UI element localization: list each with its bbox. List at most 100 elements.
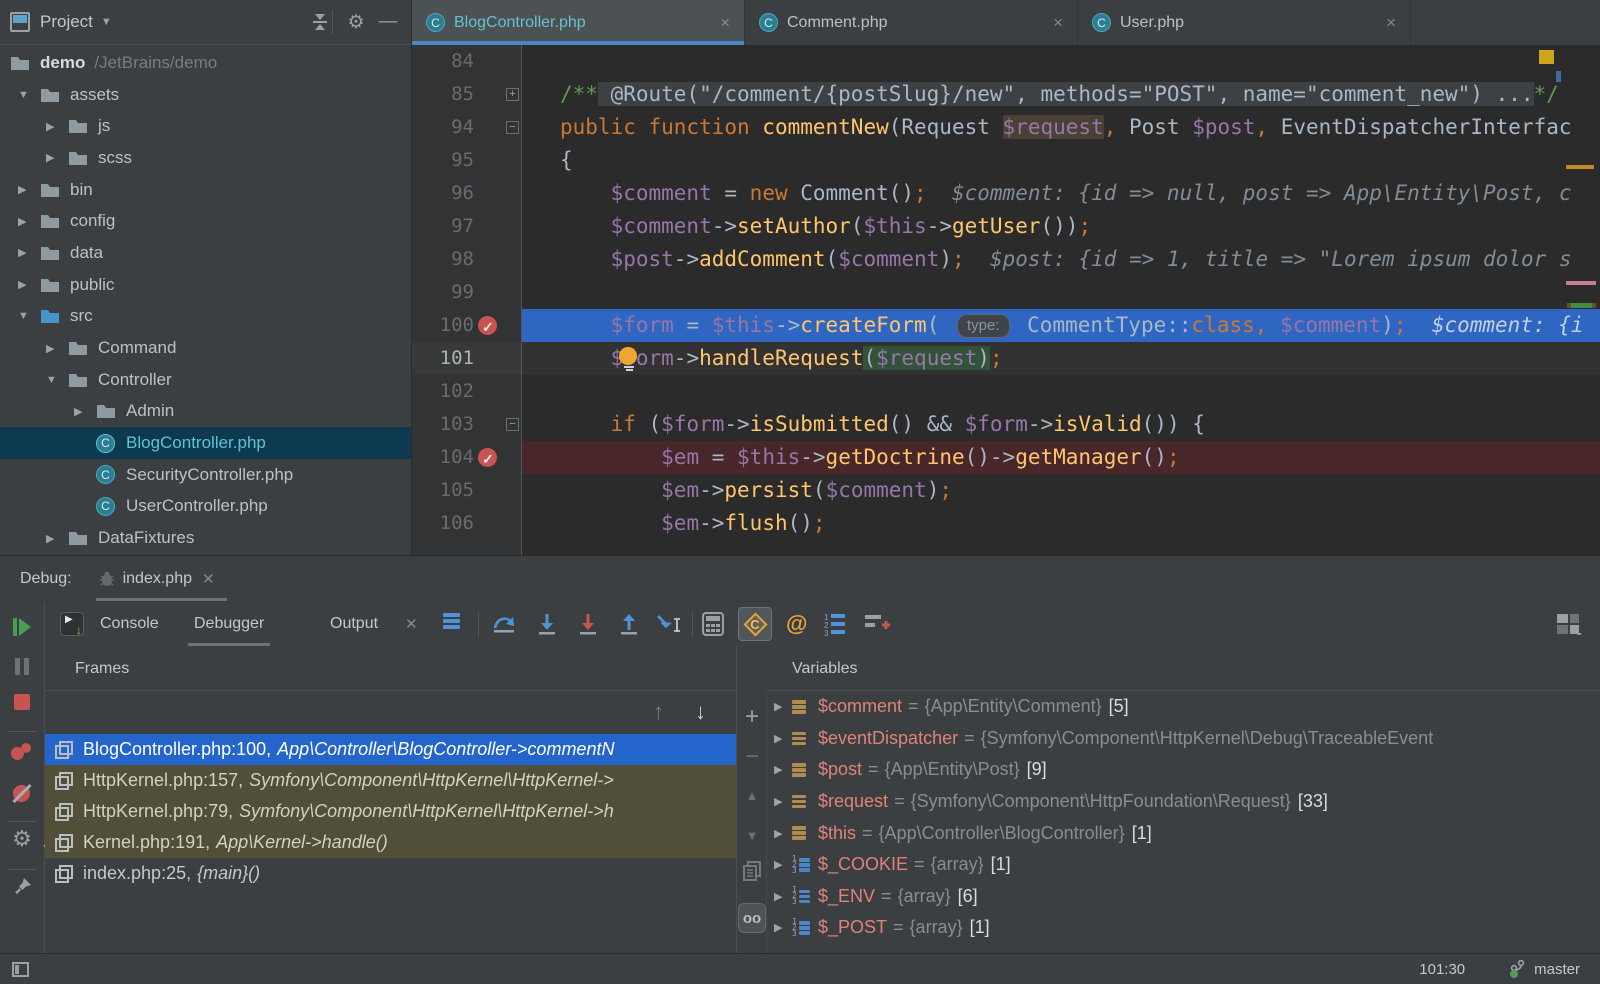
- editor-tab-blogcontroller-php[interactable]: C BlogController.php ×: [412, 0, 745, 45]
- chevron-collapsed-icon[interactable]: ▶: [774, 858, 792, 871]
- toolwindow-toggle-icon[interactable]: [12, 961, 29, 977]
- scrollbar-pink-mark[interactable]: [1566, 281, 1596, 285]
- code-area[interactable]: 84 85 + /** @Route("/comment/{postSlug}/new…: [412, 45, 1600, 555]
- show-values-inline-icon[interactable]: oo: [737, 903, 767, 933]
- next-frame-icon[interactable]: ↓: [695, 699, 706, 725]
- gear-icon[interactable]: ⚙: [343, 11, 369, 34]
- frame-row-httpkernel-php-79[interactable]: HttpKernel.php:79, Symfony\Component\Http…: [45, 796, 736, 827]
- tab-debugger[interactable]: Debugger: [187, 602, 271, 646]
- variable-row-cookie[interactable]: ▶ 1 2 3 $_COOKIE = {array} [1]: [768, 849, 1600, 881]
- frame-row-kernel-php-191[interactable]: Kernel.php:191, App\Kernel->handle(): [45, 827, 736, 858]
- evaluate-expression-icon[interactable]: [702, 602, 724, 646]
- code-line-103[interactable]: 103 − if ($form->isSubmitted() && $form->…: [412, 408, 1600, 441]
- tree-item-command[interactable]: ▶ Command: [0, 332, 411, 364]
- editor-tab-user-php[interactable]: C User.php ×: [1078, 0, 1411, 45]
- chevron-collapsed-icon[interactable]: ▶: [12, 215, 40, 228]
- tree-item-scss[interactable]: ▶ scss: [0, 142, 411, 174]
- tree-item-controller[interactable]: ▼ Controller: [0, 364, 411, 396]
- force-step-into-icon[interactable]: [578, 602, 598, 646]
- console-tab-icon[interactable]: ▶ ↓: [60, 602, 84, 646]
- chevron-collapsed-icon[interactable]: ▶: [774, 763, 792, 776]
- view-breakpoints-icon[interactable]: [0, 741, 44, 761]
- chevron-expanded-icon[interactable]: ▼: [12, 89, 40, 101]
- warning-stripe-mark[interactable]: [1539, 50, 1554, 64]
- variable-row-this[interactable]: ▶ $this = {App\Controller\BlogController} [1…: [768, 817, 1600, 849]
- chevron-collapsed-icon[interactable]: ▶: [40, 532, 68, 545]
- breakpoint-icon[interactable]: [478, 311, 497, 344]
- scrollbar-warning-mark[interactable]: [1566, 165, 1594, 169]
- variable-row-post[interactable]: ▶ $post = {App\Entity\Post} [9]: [768, 754, 1600, 786]
- threads-view-icon[interactable]: [443, 602, 460, 646]
- chevron-collapsed-icon[interactable]: ▶: [774, 700, 792, 713]
- chevron-collapsed-icon[interactable]: ▶: [40, 151, 68, 164]
- tree-item-admin[interactable]: ▶ Admin: [0, 396, 411, 428]
- chevron-down-icon[interactable]: ▼: [101, 16, 112, 28]
- variable-row-request[interactable]: ▶ $request = {Symfony\Component\HttpFoundat…: [768, 786, 1600, 818]
- close-icon[interactable]: ×: [720, 13, 730, 33]
- scrollbar-green-mark[interactable]: [1567, 303, 1596, 308]
- info-stripe-mark[interactable]: [1556, 71, 1561, 82]
- chevron-collapsed-icon[interactable]: ▶: [774, 921, 792, 934]
- tree-item-securitycontroller-php[interactable]: C SecurityController.php: [0, 459, 411, 491]
- previous-frame-icon[interactable]: ↑: [653, 699, 664, 725]
- tree-item-src[interactable]: ▼ src: [0, 301, 411, 333]
- variable-row-eventdispatcher[interactable]: ▶ $eventDispatcher = {Symfony\Component\Htt…: [768, 723, 1600, 755]
- chevron-collapsed-icon[interactable]: ▶: [774, 732, 792, 745]
- collapse-all-icon[interactable]: [312, 13, 328, 31]
- chevron-collapsed-icon[interactable]: ▶: [774, 795, 792, 808]
- hide-panel-icon[interactable]: ―: [375, 11, 401, 33]
- close-icon[interactable]: ✕: [202, 570, 215, 588]
- code-line-100[interactable]: 100 $form = $this->createForm( type: Com…: [412, 309, 1600, 344]
- code-line-98[interactable]: 98 $post->addComment($comment); $post: {…: [412, 243, 1600, 276]
- settings-gear-icon[interactable]: ⚙: [0, 826, 51, 852]
- chevron-collapsed-icon[interactable]: ▶: [774, 827, 792, 840]
- code-line-94[interactable]: 94 − public function commentNew(Request $r…: [412, 111, 1600, 144]
- restore-layout-icon[interactable]: [1556, 602, 1582, 646]
- chevron-expanded-icon[interactable]: ▼: [12, 310, 40, 322]
- code-line-106[interactable]: 106 $em->flush();: [412, 507, 1600, 540]
- project-panel-title[interactable]: Project: [40, 12, 93, 32]
- code-line-96[interactable]: 96 $comment = new Comment(); $comment: {…: [412, 177, 1600, 210]
- tree-item-public[interactable]: ▶ public: [0, 269, 411, 301]
- git-branch-name[interactable]: master: [1534, 961, 1580, 978]
- mute-breakpoints-icon[interactable]: [0, 783, 44, 805]
- stop-icon[interactable]: [0, 694, 44, 710]
- close-output-icon[interactable]: ✕: [405, 602, 418, 646]
- close-icon[interactable]: ×: [1386, 13, 1396, 33]
- variable-row-comment[interactable]: ▶ $comment = {App\Entity\Comment} [5]: [768, 691, 1600, 723]
- chevron-collapsed-icon[interactable]: ▶: [12, 278, 40, 291]
- code-line-99[interactable]: 99: [412, 276, 1600, 309]
- pause-program-icon[interactable]: [0, 658, 44, 675]
- chevron-collapsed-icon[interactable]: ▶: [68, 405, 96, 418]
- caret-position[interactable]: 101:30: [1419, 961, 1465, 978]
- tab-console[interactable]: Console: [100, 602, 159, 646]
- add-to-watches-icon[interactable]: [864, 602, 890, 646]
- code-line-85[interactable]: 85 + /** @Route("/comment/{postSlug}/new",…: [412, 78, 1600, 111]
- move-down-icon[interactable]: ▼: [737, 828, 767, 843]
- code-line-97[interactable]: 97 $comment->setAuthor($this->getUser())…: [412, 210, 1600, 243]
- chevron-collapsed-icon[interactable]: ▶: [12, 246, 40, 259]
- fold-collapse-icon[interactable]: −: [506, 418, 519, 431]
- tree-item-datafixtures[interactable]: ▶ DataFixtures: [0, 522, 411, 554]
- code-line-95[interactable]: 95 {: [412, 144, 1600, 177]
- fold-collapse-icon[interactable]: −: [506, 121, 519, 134]
- numbered-list-icon[interactable]: 123: [824, 602, 846, 646]
- frame-row-index-php-25[interactable]: index.php:25, {main}(): [45, 858, 736, 889]
- tab-output[interactable]: Output: [330, 602, 378, 646]
- resume-program-icon[interactable]: [0, 616, 44, 638]
- chevron-collapsed-icon[interactable]: ▶: [774, 890, 792, 903]
- tree-item-demo[interactable]: demo/JetBrains/demo: [0, 47, 411, 79]
- chevron-expanded-icon[interactable]: ▼: [40, 374, 68, 386]
- tree-item-assets[interactable]: ▼ assets: [0, 79, 411, 111]
- chevron-collapsed-icon[interactable]: ▶: [40, 120, 68, 133]
- remove-watch-icon[interactable]: −: [737, 743, 767, 771]
- code-line-104[interactable]: 104 $em = $this->getDoctrine()->getManag…: [412, 441, 1600, 476]
- chevron-collapsed-icon[interactable]: ▶: [40, 342, 68, 355]
- close-icon[interactable]: ×: [1053, 13, 1063, 33]
- fold-expand-icon[interactable]: +: [506, 88, 519, 101]
- debug-session-tab[interactable]: index.php ✕: [95, 556, 227, 601]
- breakpoint-icon[interactable]: [478, 443, 497, 476]
- tree-item-blogcontroller-php[interactable]: C BlogController.php: [0, 427, 411, 459]
- php-console-icon[interactable]: C: [738, 602, 772, 646]
- add-watch-icon[interactable]: +: [737, 703, 767, 731]
